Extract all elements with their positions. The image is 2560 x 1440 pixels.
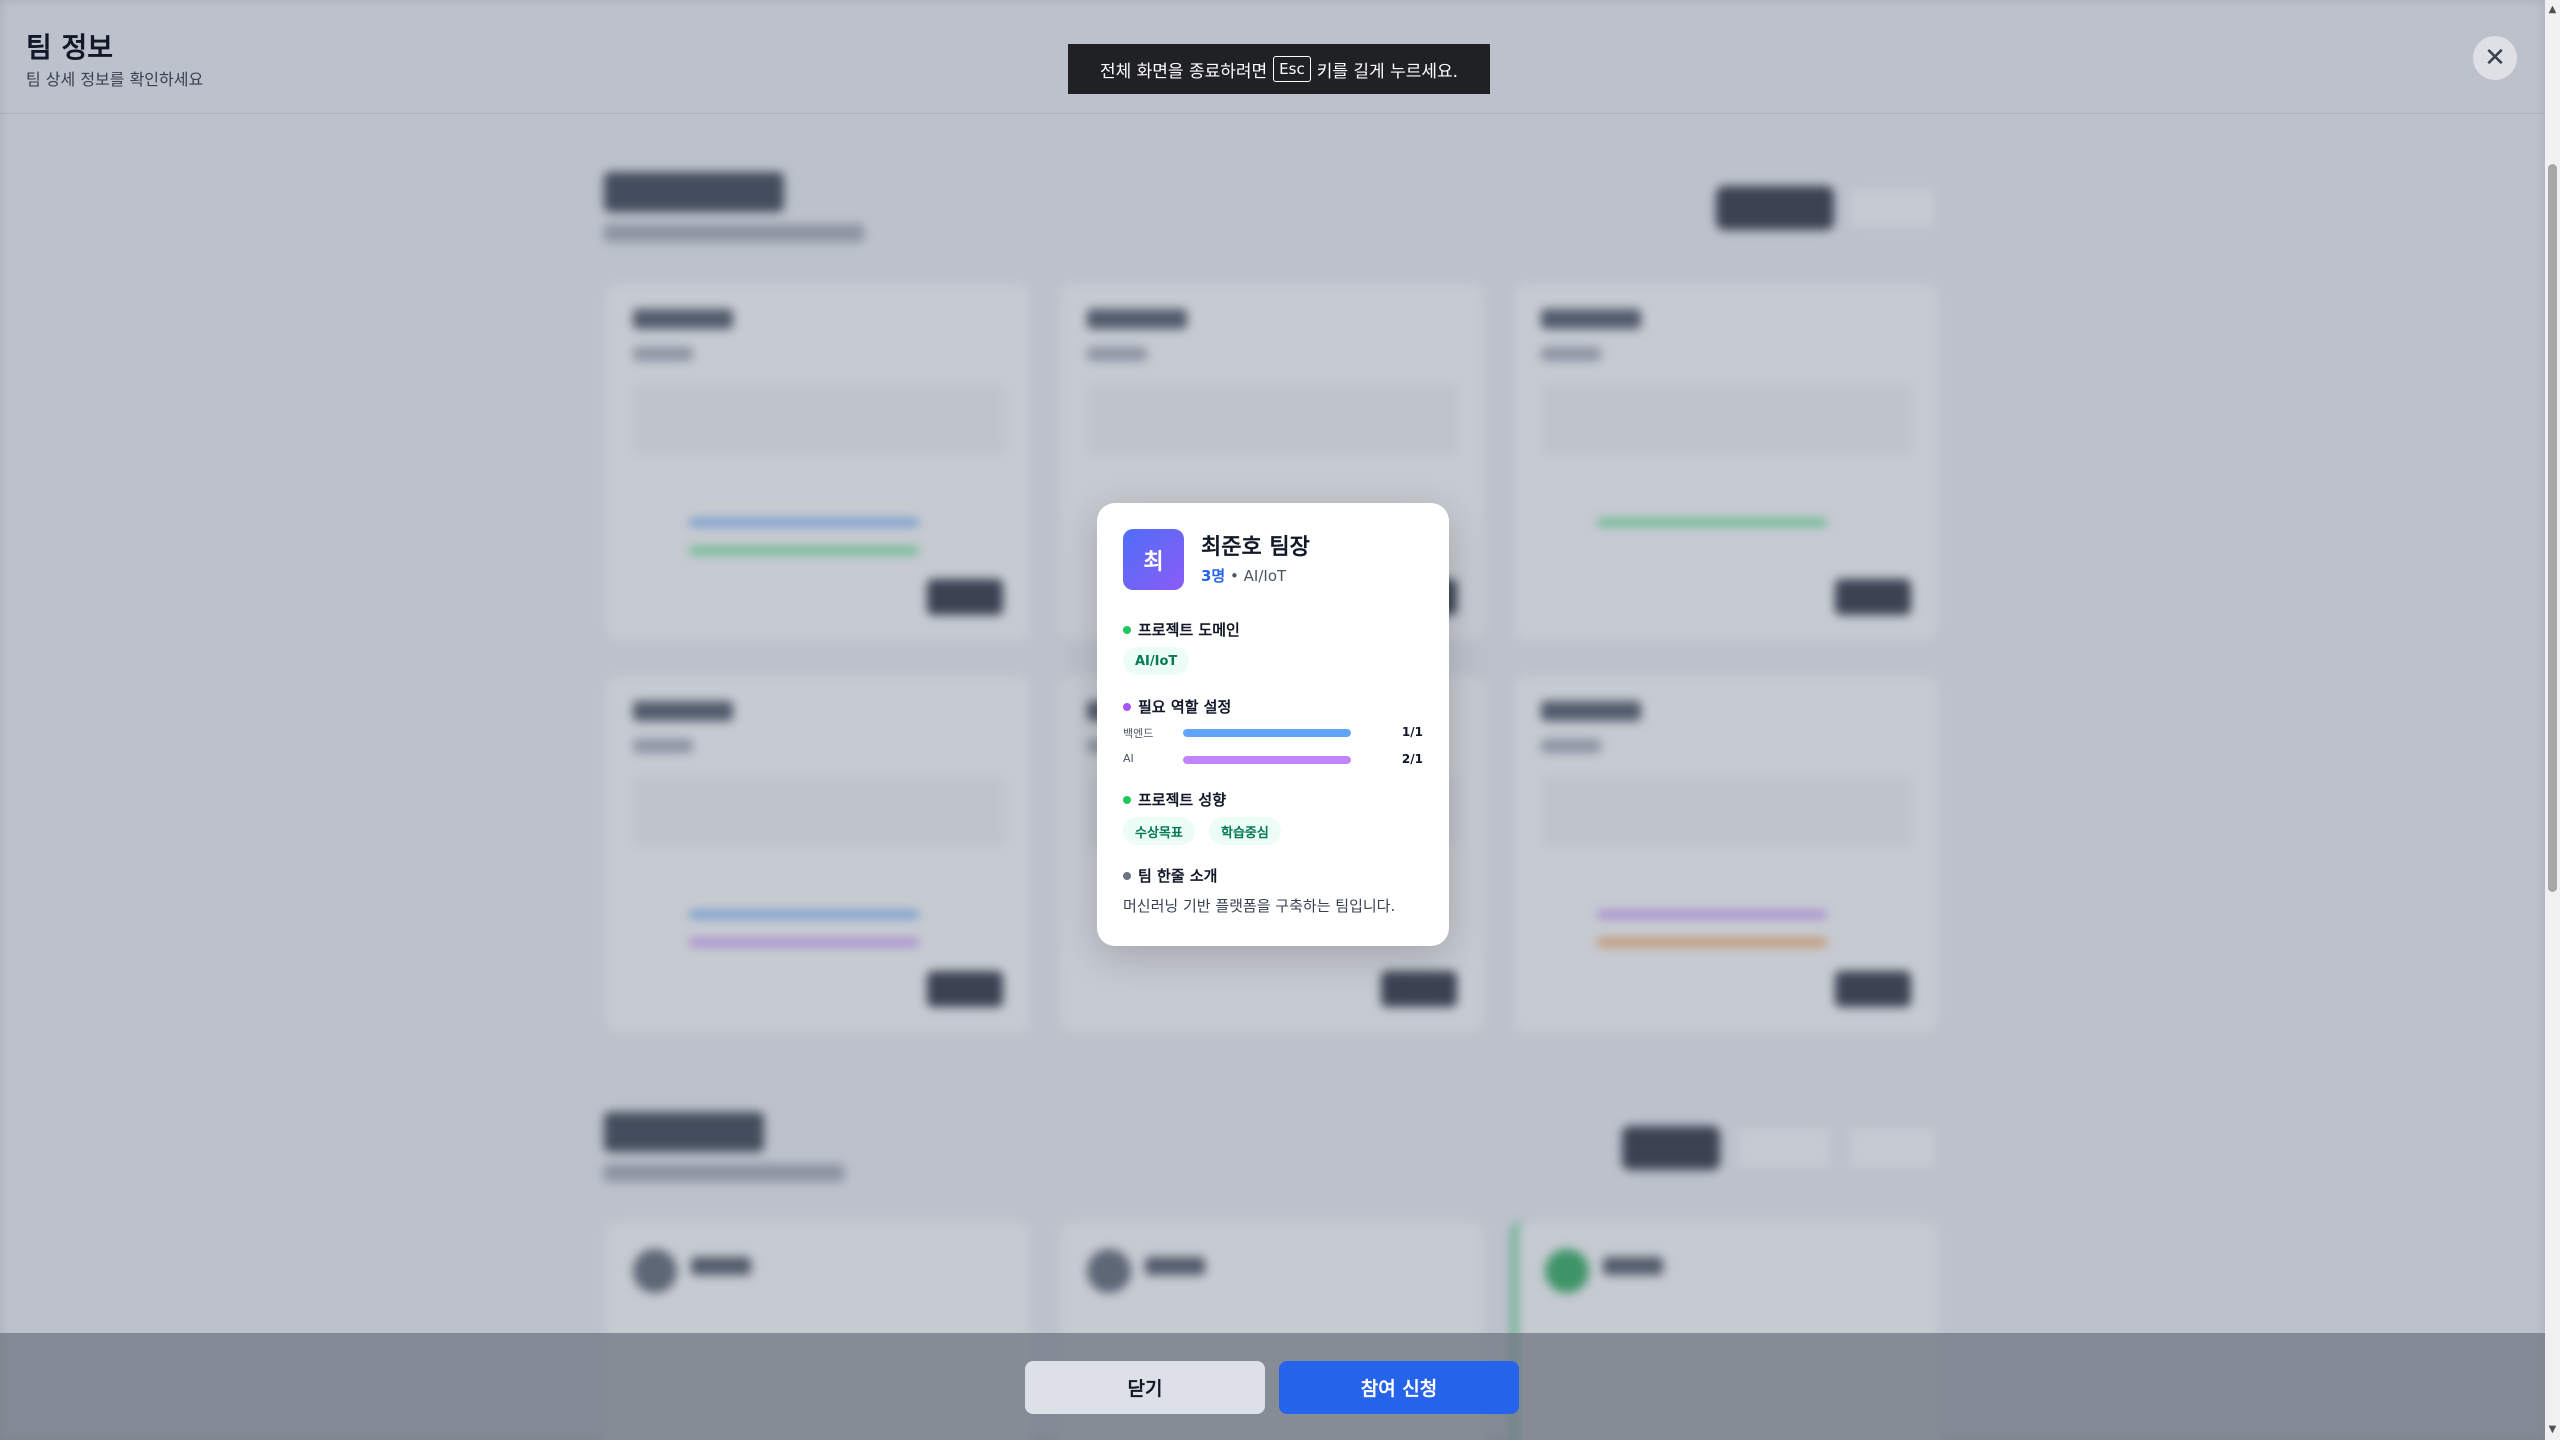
esc-key-badge: Esc — [1273, 56, 1311, 82]
role-count: 2/1 — [1401, 752, 1423, 766]
section-dot-icon — [1123, 795, 1131, 804]
team-detail-card: 최 최준호 팀장 3명 • AI/IoT 프로젝트 도메인 AI/IoT 필요 … — [1097, 503, 1449, 946]
join-request-button[interactable]: 참여 신청 — [1279, 1361, 1519, 1414]
section-roles-heading: 필요 역할 설정 — [1123, 696, 1231, 717]
page-title: 팀 정보 — [26, 31, 114, 64]
role-progress-bar — [1183, 729, 1351, 737]
member-count: 3명 — [1201, 567, 1226, 585]
tendency-chip: 수상목표 — [1123, 817, 1195, 845]
meta-separator: • — [1230, 567, 1239, 585]
section-intro-heading: 팀 한줄 소개 — [1123, 865, 1217, 886]
toast-text-before: 전체 화면을 종료하려면 — [1099, 61, 1268, 82]
section-dot-icon — [1123, 625, 1131, 634]
role-progress-fill — [1183, 756, 1351, 764]
role-progress-bar — [1183, 756, 1351, 764]
close-icon[interactable]: ✕ — [2473, 36, 2517, 80]
section-roles-title: 필요 역할 설정 — [1138, 698, 1232, 716]
toast-text-after: 키를 길게 누르세요. — [1316, 61, 1459, 82]
role-label: AI — [1123, 752, 1134, 765]
page-subtitle: 팀 상세 정보를 확인하세요 — [26, 70, 204, 89]
team-domain-meta: AI/IoT — [1243, 567, 1287, 585]
section-tendency-heading: 프로젝트 성향 — [1123, 789, 1226, 810]
role-progress-fill — [1183, 729, 1351, 737]
close-button[interactable]: 닫기 — [1025, 1361, 1265, 1414]
bottom-action-bar — [0, 1333, 2545, 1440]
section-domain-title: 프로젝트 도메인 — [1138, 621, 1240, 639]
section-dot-icon — [1123, 871, 1131, 880]
team-meta: 3명 • AI/IoT — [1201, 565, 1286, 586]
fullscreen-exit-toast: 전체 화면을 종료하려면 Esc 키를 길게 누르세요. — [1068, 44, 1490, 94]
scrollbar-thumb[interactable] — [2548, 164, 2557, 892]
tendency-chip: 학습중심 — [1209, 817, 1281, 845]
role-count: 1/1 — [1401, 725, 1423, 739]
team-name: 최준호 팀장 — [1201, 535, 1310, 560]
role-label: 백엔드 — [1123, 727, 1154, 740]
scroll-down-arrow-icon[interactable]: ▼ — [2545, 1424, 2560, 1436]
team-intro-text: 머신러닝 기반 플랫폼을 구축하는 팀입니다. — [1123, 897, 1396, 915]
section-domain-heading: 프로젝트 도메인 — [1123, 619, 1240, 640]
section-tendency-title: 프로젝트 성향 — [1138, 791, 1227, 809]
team-avatar: 최 — [1123, 529, 1184, 590]
section-intro-title: 팀 한줄 소개 — [1138, 867, 1218, 885]
section-dot-icon — [1123, 702, 1131, 711]
scroll-up-arrow-icon[interactable]: ▲ — [2545, 4, 2560, 16]
domain-chip: AI/IoT — [1123, 647, 1190, 675]
vertical-scrollbar[interactable]: ▲ ▼ — [2545, 0, 2560, 1440]
